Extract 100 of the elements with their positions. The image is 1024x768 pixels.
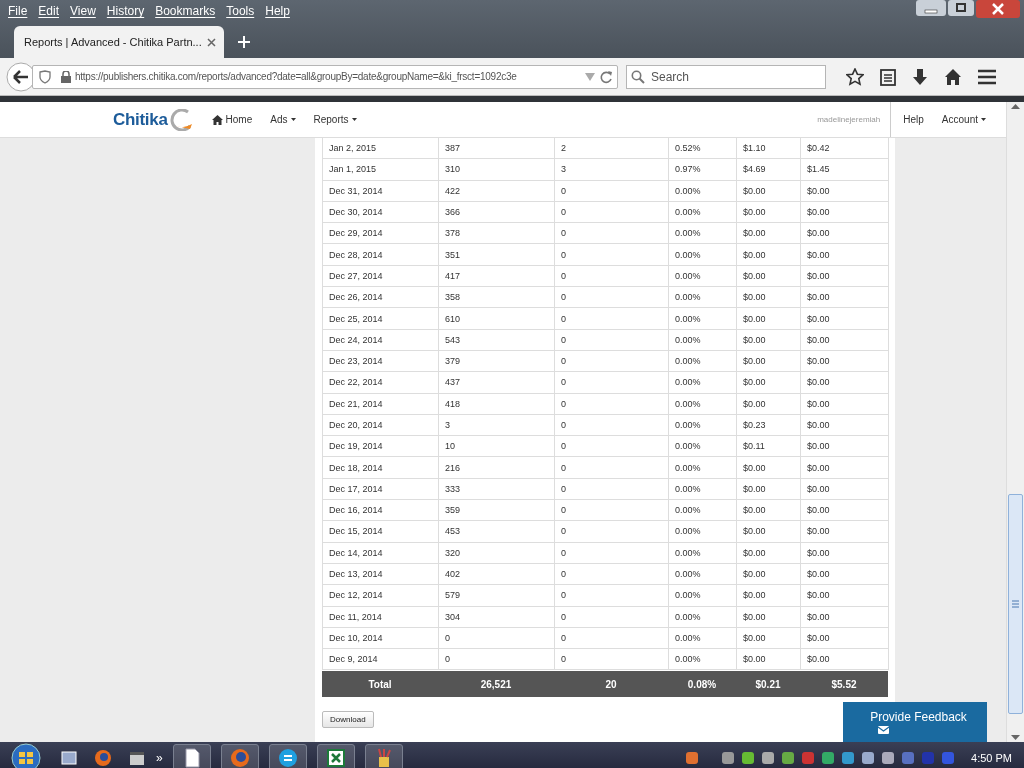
nav-link[interactable]: Home [211,114,253,125]
table-cell: 0 [555,585,669,607]
nav-link[interactable]: Ads [270,114,296,125]
table-cell: $0.00 [737,350,801,373]
table-cell: Dec 12, 2014 [323,585,439,607]
envelope-icon [878,726,889,734]
table-cell: 0.00% [669,350,737,373]
close-icon[interactable] [207,37,216,47]
table-cell: $0.00 [801,627,889,650]
table-cell: 0.00% [669,223,737,245]
address-bar[interactable]: https://publishers.chitika.com/reports/advanced?date=all&groupBy=date&groupName=&ki_frsct=1092c3e [32,64,618,89]
star-icon[interactable] [846,67,864,86]
table-cell: Dec 20, 2014 [323,414,439,437]
table-cell: Dec 24, 2014 [323,329,439,351]
taskbar-button[interactable] [268,744,307,768]
table-cell: 0.00% [669,265,737,288]
chat-icon [277,748,298,768]
menu-item[interactable]: Help [261,4,297,18]
overflow-button[interactable]: » [156,751,163,765]
table-cell: 3 [439,414,555,437]
table-cell: $0.00 [801,521,889,543]
clapperboard-icon[interactable] [128,749,146,767]
table-cell: $0.00 [737,563,801,586]
table-cell: $0.00 [737,287,801,309]
spreadsheet-icon [325,748,346,768]
download-icon[interactable] [912,67,928,86]
table-cell: 216 [439,457,555,479]
table-cell: 3 [555,159,669,181]
table-cell: 0 [555,563,669,586]
table-cell: Dec 29, 2014 [323,223,439,245]
table-cell: 0 [555,414,669,437]
table-cell: 0 [555,265,669,288]
table-cell: 2 [555,138,669,160]
nav-link[interactable]: Account [941,114,986,125]
nav-link[interactable]: Help [903,114,924,125]
table-cell: 379 [439,350,555,373]
table-cell: $0.00 [801,329,889,351]
menu-item[interactable]: View [66,4,103,18]
table-cell: 579 [439,585,555,607]
grip-icon [1012,600,1019,608]
table-cell: Dec 18, 2014 [323,457,439,479]
table-cell: Dec 27, 2014 [323,265,439,288]
caret-icon [351,118,357,121]
table-cell: $0.00 [801,350,889,373]
taskbar-button[interactable] [364,744,403,768]
scroll-up-icon[interactable] [1011,102,1020,112]
menu-icon[interactable] [978,68,996,85]
home-icon[interactable] [944,67,962,86]
menu-item[interactable]: Edit [34,4,67,18]
feedback-button[interactable]: Provide Feedback [843,702,987,742]
nav-link[interactable]: Reports [313,114,357,125]
table-cell: $0.00 [801,223,889,245]
table-cell: 0.00% [669,500,737,522]
browser-tab[interactable]: Reports | Advanced - Chitika Partn... [14,26,224,58]
table-cell: 0 [555,223,669,245]
table-cell: 378 [439,223,555,245]
scroll-down-icon[interactable] [1011,732,1020,742]
scrollbar-thumb[interactable] [1008,494,1023,714]
table-cell: 310 [439,159,555,181]
table-cell: $0.00 [737,329,801,351]
table-cell: $0.00 [737,372,801,394]
table-cell: $0.00 [737,457,801,479]
table-cell: Jan 2, 2015 [323,138,439,160]
download-button[interactable]: Download [322,711,374,729]
taskbar-button[interactable] [316,744,355,768]
table-cell: Dec 30, 2014 [323,201,439,224]
menu-item[interactable]: Bookmarks [151,4,223,18]
start-icon[interactable] [8,743,44,768]
table-cell: Dec 23, 2014 [323,350,439,373]
maximize-icon[interactable] [948,0,974,16]
table-cell: 0.00% [669,308,737,330]
table-cell: Jan 1, 2015 [323,159,439,181]
table-cell: 0 [555,521,669,543]
menu-item[interactable]: History [102,4,152,18]
logo[interactable]: Chitika [113,108,194,131]
table-cell: 366 [439,201,555,224]
table-cell: 10 [439,436,555,458]
table-cell: $0.00 [737,180,801,202]
reload-icon[interactable] [599,69,613,84]
new-tab-icon[interactable] [238,36,250,48]
table-cell: 0 [555,372,669,394]
table-cell: 0.00% [669,457,737,479]
table-cell: 0 [555,201,669,224]
taskbar-button[interactable] [172,744,211,768]
table-cell: 402 [439,563,555,586]
table-cell: Dec 15, 2014 [323,521,439,543]
table-cell: $0.00 [737,606,801,628]
table-cell: 0.00% [669,180,737,202]
table-cell: 351 [439,244,555,266]
table-cell: 0.00% [669,563,737,586]
menu-item[interactable]: File [4,4,35,18]
table-cell: $0.00 [737,308,801,330]
table-cell: $0.00 [801,414,889,437]
clipboard-icon[interactable] [880,67,896,86]
table-cell: $0.11 [737,436,801,458]
menu-item[interactable]: Tools [222,4,262,18]
close-icon[interactable] [976,0,1020,18]
search-field[interactable]: Search [626,64,826,89]
table-cell: $0.00 [737,649,801,671]
table-cell: $0.00 [801,542,889,564]
